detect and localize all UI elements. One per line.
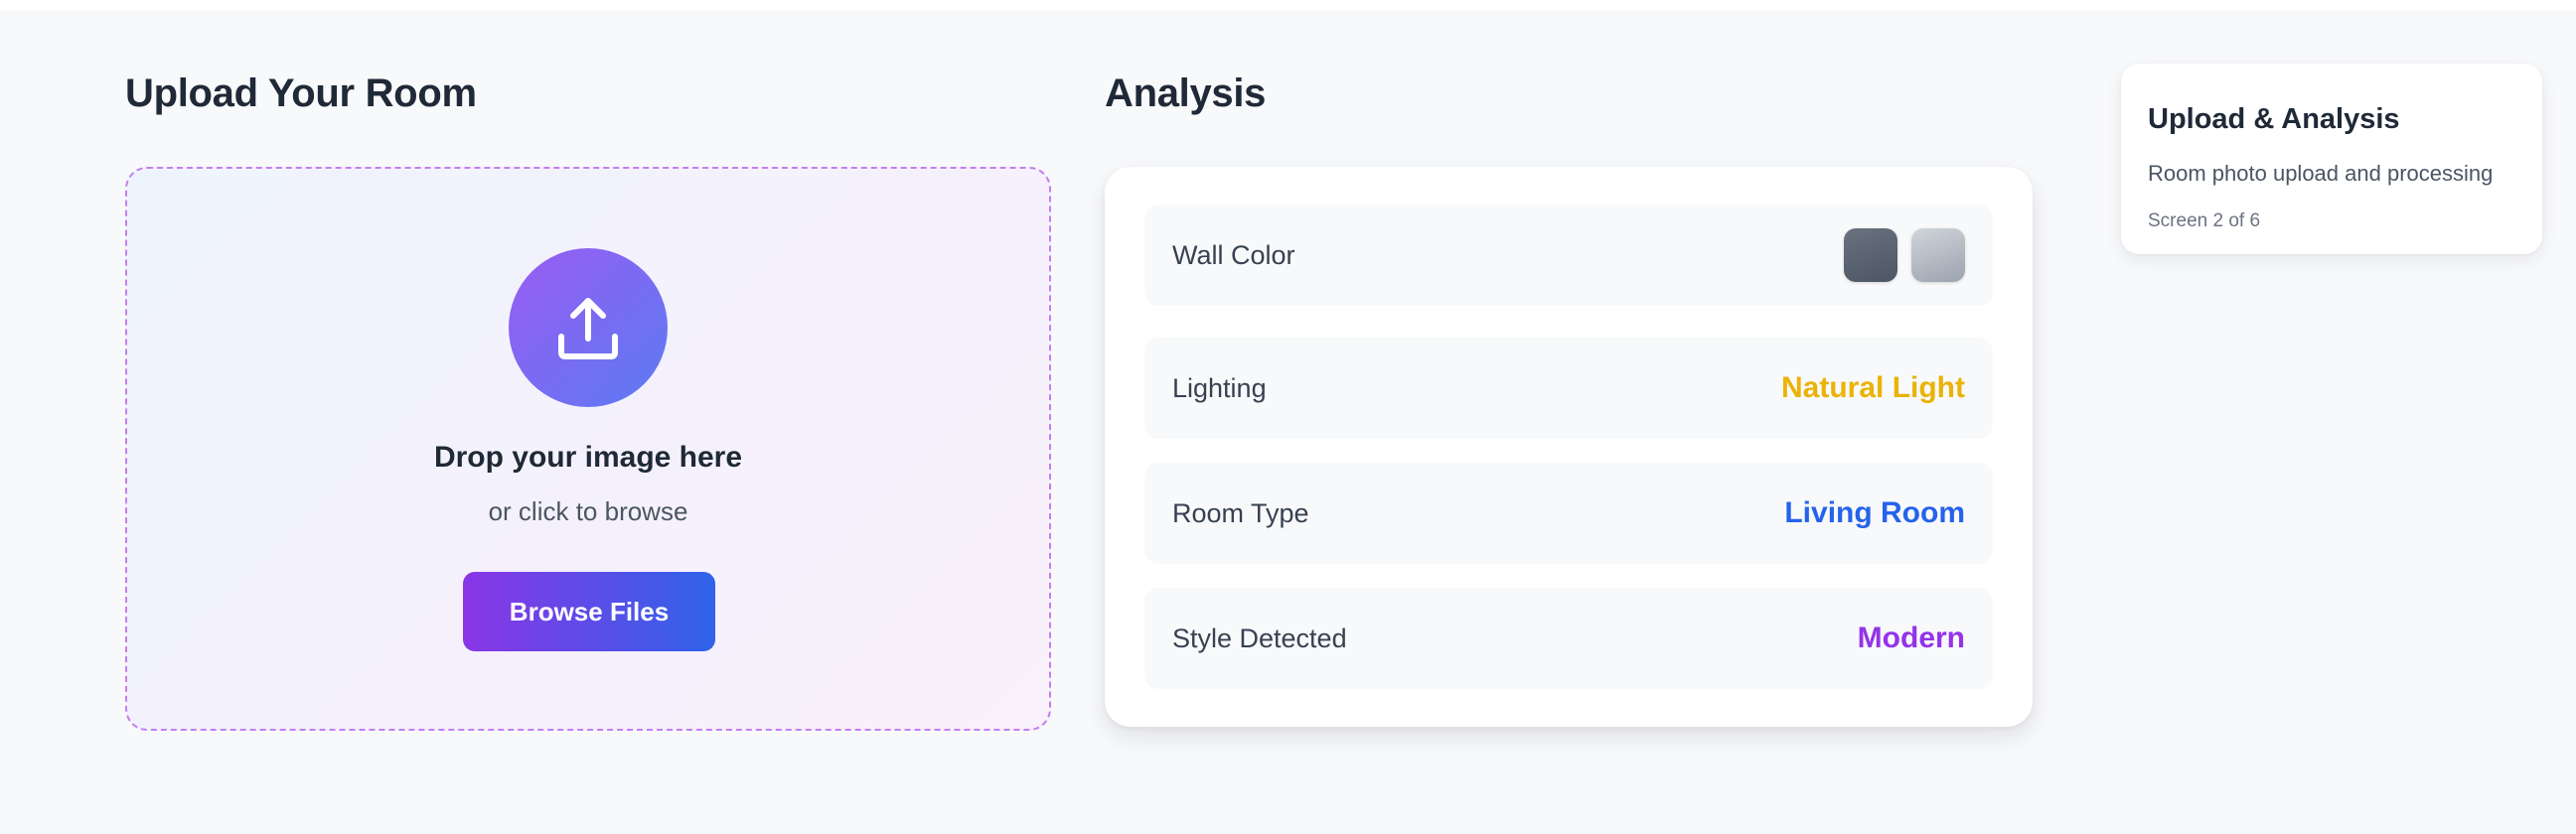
room-type-value: Living Room [1784, 496, 1965, 529]
wall-color-swatch-secondary [1911, 228, 1965, 282]
upload-section-title: Upload Your Room [125, 71, 477, 115]
style-detected-value: Modern [1857, 622, 1965, 654]
style-detected-label: Style Detected [1172, 624, 1347, 653]
style-detected-row: Style Detected Modern [1144, 588, 1993, 689]
drop-subtext: or click to browse [488, 496, 688, 526]
page: Upload Your Room Drop your image here or… [0, 10, 2576, 834]
analysis-section-title: Analysis [1105, 71, 1267, 115]
screen-info-description: Room photo upload and processing [2148, 161, 2494, 186]
lighting-value: Natural Light [1781, 371, 1965, 404]
wall-color-swatch-primary [1844, 228, 1897, 282]
image-dropzone[interactable]: Drop your image here or click to browse … [125, 167, 1051, 731]
wall-color-label: Wall Color [1172, 240, 1295, 270]
analysis-card: Wall Color Lighting Natural Light Room T… [1105, 167, 2033, 727]
wall-color-row: Wall Color [1144, 205, 1993, 306]
screen-step-indicator: Screen 2 of 6 [2148, 210, 2261, 231]
room-type-label: Room Type [1172, 498, 1309, 528]
browse-files-button[interactable]: Browse Files [463, 572, 715, 651]
wall-color-swatches [1844, 228, 1965, 282]
upload-icon [509, 248, 668, 407]
screen-info-title: Upload & Analysis [2148, 103, 2400, 135]
lighting-label: Lighting [1172, 373, 1267, 403]
screen-info-card: Upload & Analysis Room photo upload and … [2121, 64, 2542, 254]
drop-heading: Drop your image here [433, 441, 743, 474]
room-type-row: Room Type Living Room [1144, 463, 1993, 564]
lighting-row: Lighting Natural Light [1144, 338, 1993, 439]
